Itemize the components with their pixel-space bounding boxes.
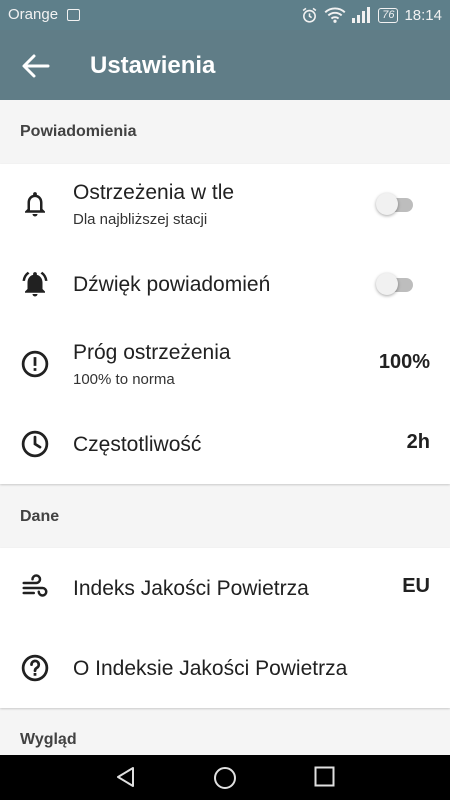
setting-title: Częstotliwość — [73, 433, 202, 456]
notification-sound-toggle[interactable] — [376, 273, 416, 295]
signal-icon — [352, 7, 371, 23]
background-alerts-toggle[interactable] — [376, 193, 416, 215]
status-icons: 76 18:14 — [301, 5, 442, 25]
system-nav-bar — [0, 755, 450, 800]
setting-title: Indeks Jakości Powietrza — [73, 577, 309, 600]
setting-subtitle: 100% to norma — [73, 371, 175, 388]
setting-alert-threshold[interactable]: Próg ostrzeżenia 100% to norma 100% — [0, 324, 450, 404]
setting-title: Ostrzeżenia w tle — [73, 181, 235, 204]
recents-square-icon[interactable] — [314, 766, 335, 787]
image-icon — [67, 9, 80, 21]
help-circle-icon — [21, 654, 49, 682]
section-header-appearance: Wygląd — [20, 731, 77, 748]
setting-title: Dźwięk powiadomień — [73, 273, 271, 296]
alarm-icon — [302, 7, 317, 23]
bell-icon — [25, 192, 45, 217]
toggle-thumb — [376, 193, 398, 215]
bell-ringing-icon — [22, 271, 48, 297]
clock-time: 18:14 — [404, 6, 442, 24]
home-circle-icon[interactable] — [213, 766, 237, 790]
toggle-thumb — [376, 273, 398, 295]
section-header-data: Dane — [20, 508, 60, 525]
setting-frequency[interactable]: Częstotliwość 2h — [0, 404, 450, 484]
setting-title: Próg ostrzeżenia — [73, 341, 231, 364]
app-bar: Ustawienia — [0, 30, 450, 100]
setting-value: 100% — [378, 351, 430, 373]
battery-icon: 76 — [378, 7, 399, 23]
setting-about-air-quality-index[interactable]: O Indeksie Jakości Powietrza — [0, 628, 450, 708]
wind-icon — [22, 574, 48, 597]
status-bar: Orange 76 18:14 — [0, 0, 450, 30]
setting-air-quality-index[interactable]: Indeks Jakości Powietrza EU — [0, 548, 450, 628]
arrow-back-icon[interactable] — [20, 53, 50, 79]
setting-background-alerts[interactable]: Ostrzeżenia w tle Dla najbliższej stacji — [0, 164, 450, 244]
setting-notification-sound[interactable]: Dźwięk powiadomień — [0, 244, 450, 324]
wifi-icon — [324, 7, 346, 23]
alert-circle-icon — [21, 350, 49, 378]
clock-icon — [21, 430, 49, 458]
setting-subtitle: Dla najbliższej stacji — [73, 211, 208, 228]
back-triangle-icon[interactable] — [114, 766, 136, 788]
carrier-name: Orange — [8, 6, 59, 23]
page-title: Ustawienia — [90, 52, 216, 79]
data-card: Indeks Jakości Powietrza EU O Indeksie J… — [0, 548, 450, 708]
notifications-card: Ostrzeżenia w tle Dla najbliższej stacji… — [0, 164, 450, 484]
setting-value: 2h — [406, 431, 430, 453]
setting-title: O Indeksie Jakości Powietrza — [73, 657, 348, 680]
setting-value: EU — [402, 575, 430, 597]
section-header-notifications: Powiadomienia — [20, 123, 137, 140]
